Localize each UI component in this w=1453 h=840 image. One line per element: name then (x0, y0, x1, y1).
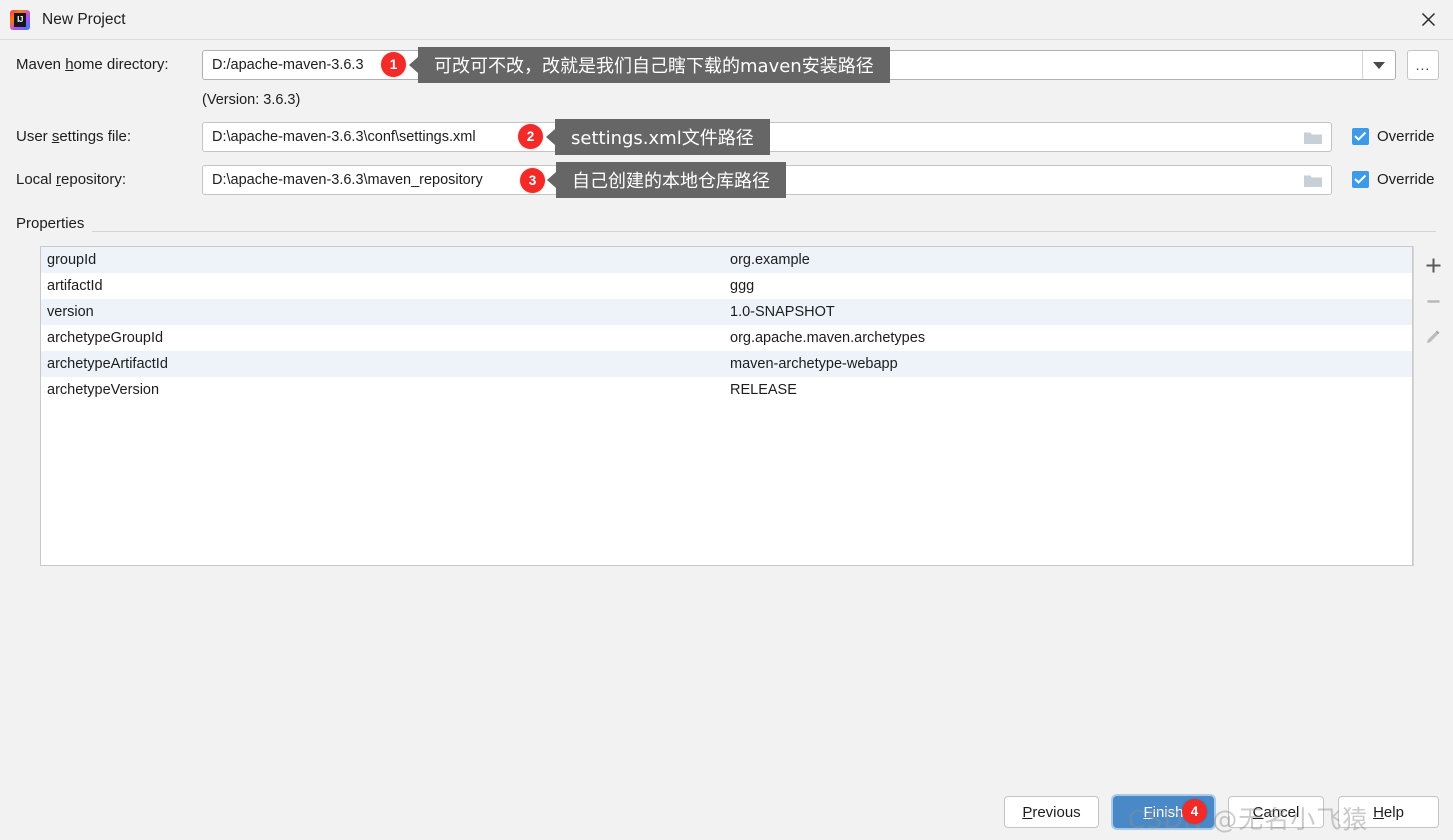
local-repository-override-label: Override (1377, 171, 1435, 188)
annotation-tooltip-3: 自己创建的本地仓库路径 (556, 162, 786, 198)
property-value: 1.0-SNAPSHOT (730, 304, 835, 320)
help-button-label: Help (1373, 803, 1404, 821)
properties-section-title: Properties (16, 215, 93, 232)
maven-home-label: Maven home directory: (16, 56, 169, 73)
annotation-badge-3: 3 (520, 168, 545, 193)
table-row[interactable]: archetypeVersion RELEASE (41, 377, 1412, 403)
property-value: maven-archetype-webapp (730, 356, 898, 372)
table-row[interactable]: groupId org.example (41, 247, 1412, 273)
property-value: RELEASE (730, 382, 797, 398)
property-value: org.apache.maven.archetypes (730, 330, 926, 346)
window-title: New Project (42, 10, 126, 28)
maven-home-label-pre: Maven (16, 56, 66, 73)
checkbox-checked-icon (1352, 128, 1369, 145)
previous-button-label: Previous (1022, 803, 1081, 821)
property-key: archetypeArtifactId (47, 356, 168, 372)
maven-home-browse-button[interactable]: ... (1407, 50, 1439, 80)
properties-toolbar (1413, 246, 1452, 566)
property-key: artifactId (47, 278, 103, 294)
local-repository-label-pre: Local (16, 171, 57, 188)
annotation-badge-1: 1 (381, 52, 406, 77)
property-key: groupId (47, 252, 97, 268)
chevron-down-icon (1373, 61, 1385, 69)
user-settings-override-checkbox[interactable]: Override (1352, 128, 1435, 145)
properties-table[interactable]: groupId org.example artifactId ggg versi… (40, 246, 1413, 566)
properties-separator (16, 231, 1436, 232)
user-settings-label-pre: User (16, 128, 52, 145)
edit-property-button[interactable] (1419, 323, 1447, 351)
window-titlebar: IJ New Project (0, 0, 1453, 40)
remove-property-button[interactable] (1419, 287, 1447, 315)
maven-home-directory-value: D:/apache-maven-3.6.3 (212, 57, 364, 73)
cancel-button-label: Cancel (1252, 803, 1300, 821)
local-repository-label-post: epository: (61, 171, 127, 188)
local-repository-label: Local repository: (16, 171, 126, 188)
help-button[interactable]: Help (1338, 796, 1439, 828)
cancel-button[interactable]: Cancel (1228, 796, 1324, 828)
table-row[interactable]: archetypeArtifactId maven-archetype-weba… (41, 351, 1412, 377)
annotation-tooltip-2: settings.xml文件路径 (555, 119, 770, 155)
annotation-tooltip-1: 可改可不改，改就是我们自己瞎下载的maven安装路径 (418, 47, 890, 83)
property-key: archetypeGroupId (47, 330, 164, 346)
logo-glyph: IJ (17, 15, 23, 24)
finish-button-label: Finish (1143, 803, 1184, 821)
annotation-badge-2: 2 (518, 124, 543, 149)
maven-version-note: (Version: 3.6.3) (202, 92, 301, 108)
user-settings-override-label: Override (1377, 128, 1435, 145)
maven-home-dropdown-button[interactable] (1362, 51, 1395, 79)
property-key: version (47, 304, 94, 320)
user-settings-label: User settings file: (16, 128, 131, 145)
folder-icon[interactable] (1303, 130, 1323, 150)
add-property-button[interactable] (1419, 251, 1447, 279)
intellij-idea-logo-icon: IJ (10, 9, 30, 30)
browse-button-label: ... (1415, 57, 1431, 73)
checkbox-checked-icon (1352, 171, 1369, 188)
property-value: ggg (730, 278, 755, 294)
annotation-badge-4: 4 (1182, 799, 1207, 824)
maven-home-label-mnemonic: h (65, 56, 74, 73)
previous-button[interactable]: Previous (1004, 796, 1099, 828)
property-key: archetypeVersion (47, 382, 160, 398)
property-value: org.example (730, 252, 810, 268)
local-repository-override-checkbox[interactable]: Override (1352, 171, 1435, 188)
table-row[interactable]: artifactId ggg (41, 273, 1412, 299)
table-row[interactable]: archetypeGroupId org.apache.maven.archet… (41, 325, 1412, 351)
folder-icon[interactable] (1303, 173, 1323, 193)
maven-home-label-post: ome directory: (73, 56, 169, 73)
close-icon[interactable] (1403, 0, 1453, 38)
local-repository-value: D:\apache-maven-3.6.3\maven_repository (212, 172, 483, 188)
user-settings-file-value: D:\apache-maven-3.6.3\conf\settings.xml (212, 129, 476, 145)
user-settings-label-post: ettings file: (59, 128, 132, 145)
table-row[interactable]: version 1.0-SNAPSHOT (41, 299, 1412, 325)
